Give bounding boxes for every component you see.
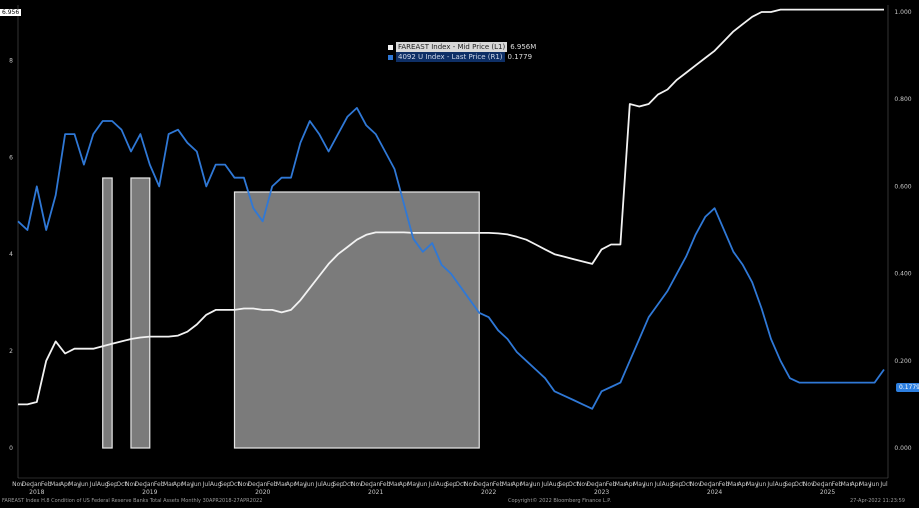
footer-source: FAREAST Index H.8 Condition of US Federa…: [2, 498, 263, 504]
legend-label: FAREAST Index - Mid Price (L1): [396, 42, 508, 52]
legend-value: 6.956M: [510, 43, 537, 51]
x-month-label: Jun: [530, 481, 541, 488]
x-year-label: 2019: [142, 489, 157, 496]
x-month-label: Jun: [643, 481, 654, 488]
left-tick-label: 2: [9, 348, 13, 355]
legend-item-fareast[interactable]: FAREAST Index - Mid Price (L1) 6.956M: [388, 42, 536, 52]
shaded-region: [130, 177, 151, 449]
legend-item-4092[interactable]: 4092 U Index - Last Price (R1) 0.1779: [388, 52, 536, 62]
x-month-label: Jun: [304, 481, 315, 488]
x-year-label: 2024: [707, 489, 722, 496]
chart-canvas: 024680.0000.2000.4000.6000.8001.000NovDe…: [9, 5, 912, 496]
shaded-region: [233, 191, 480, 449]
x-year-label: 2023: [594, 489, 609, 496]
shaded-region: [102, 177, 113, 449]
right-tick-label: 0.400: [894, 271, 911, 278]
x-month-label: Jun: [78, 481, 89, 488]
left-tick-label: 4: [9, 251, 13, 258]
right-tick-label: 0.200: [894, 358, 911, 365]
x-year-label: 2018: [29, 489, 44, 496]
x-month-label: Jun: [191, 481, 202, 488]
x-year-label: 2020: [255, 489, 270, 496]
left-tick-label: 6: [9, 154, 13, 161]
left-tick-label: 0: [9, 445, 13, 452]
left-tick-label: 8: [9, 57, 13, 64]
x-year-label: 2025: [820, 489, 835, 496]
legend-swatch-blue: [388, 54, 393, 60]
x-month-label: Jun: [756, 481, 767, 488]
x-month-label: Jun: [869, 481, 880, 488]
right-tick-label: 0.000: [894, 445, 911, 452]
x-month-label: Jul: [879, 481, 888, 488]
right-tick-label: 0.600: [894, 183, 911, 190]
right-tick-label: 0.800: [894, 96, 911, 103]
right-tick-label: 1.000: [894, 9, 911, 16]
top-left-value-badge: 6.956: [0, 9, 22, 16]
legend-swatch-white: [388, 44, 393, 50]
footer-timestamp: 27-Apr-2022 11:23:59: [850, 498, 905, 504]
x-month-label: Jun: [417, 481, 428, 488]
legend-value: 0.1779: [507, 53, 533, 61]
footer-copyright: Copyright© 2022 Bloomberg Finance L.P.: [508, 498, 612, 504]
x-year-label: 2022: [481, 489, 496, 496]
shaded-regions: [102, 177, 480, 449]
legend-label: 4092 U Index - Last Price (R1): [396, 52, 505, 62]
last-price-badge: 0.1779: [896, 383, 919, 392]
legend[interactable]: FAREAST Index - Mid Price (L1) 6.956M 40…: [388, 42, 536, 62]
x-year-label: 2021: [368, 489, 383, 496]
